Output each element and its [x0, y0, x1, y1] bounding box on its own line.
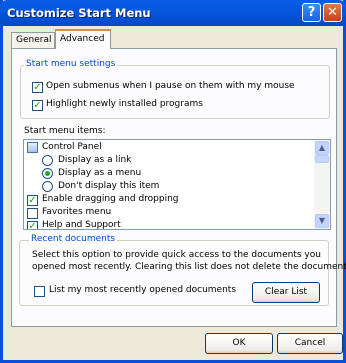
- enable-dragging-label[interactable]: Enable dragging and dropping: [42, 194, 179, 204]
- start-menu-items-heading: Start menu items:: [24, 126, 106, 136]
- dont-display-item-radio[interactable]: [42, 181, 53, 192]
- scroll-thumb[interactable]: [315, 155, 329, 163]
- recent-documents-description-line1: Select this option to provide quick acce…: [32, 250, 321, 260]
- chevron-up-icon: ▲: [318, 143, 326, 152]
- close-button[interactable]: ✕: [323, 3, 342, 22]
- list-recent-documents-label[interactable]: List my most recently opened documents: [49, 285, 236, 295]
- highlight-new-programs-checkbox[interactable]: ✓: [32, 100, 43, 111]
- tab-advanced-label: Advanced: [60, 34, 105, 44]
- highlight-new-programs-label[interactable]: Highlight newly installed programs: [46, 99, 203, 109]
- listbox-scrollbar[interactable]: ▲ ▼: [314, 140, 330, 229]
- list-item-control-panel: Control Panel: [42, 142, 102, 152]
- ok-button[interactable]: OK: [205, 333, 273, 354]
- help-icon: ?: [307, 5, 316, 20]
- start-menu-settings-heading: Start menu settings: [24, 59, 118, 69]
- tab-general[interactable]: General: [11, 32, 55, 48]
- display-as-link-radio[interactable]: [42, 155, 53, 166]
- tab-advanced[interactable]: Advanced: [55, 29, 111, 49]
- dont-display-item-label[interactable]: Don't display this item: [58, 181, 159, 191]
- recent-documents-description-line2: opened most recently. Clearing this list…: [32, 262, 346, 272]
- enable-dragging-checkbox[interactable]: ✓: [27, 195, 38, 206]
- customize-start-menu-dialog: Customize Start Menu ? ✕ General Advance…: [0, 0, 346, 363]
- scroll-up-button[interactable]: ▲: [315, 141, 329, 155]
- window-title: Customize Start Menu: [7, 6, 151, 20]
- display-as-menu-radio[interactable]: [42, 168, 53, 179]
- ok-label: OK: [232, 338, 246, 348]
- display-as-link-label[interactable]: Display as a link: [58, 155, 131, 165]
- display-as-menu-label[interactable]: Display as a menu: [58, 168, 141, 178]
- help-and-support-checkbox[interactable]: ✓: [27, 221, 38, 229]
- chevron-down-icon: ▼: [318, 216, 326, 225]
- favorites-menu-checkbox[interactable]: [27, 208, 38, 219]
- control-panel-icon: [27, 142, 38, 153]
- list-recent-documents-checkbox[interactable]: [34, 286, 45, 297]
- clear-list-button[interactable]: Clear List: [252, 282, 320, 303]
- radio-selected-dot: [45, 171, 50, 176]
- tab-general-label: General: [16, 35, 52, 45]
- scroll-down-button[interactable]: ▼: [315, 214, 329, 228]
- start-menu-settings-group: [20, 65, 330, 119]
- help-and-support-label[interactable]: Help and Support: [42, 220, 121, 229]
- close-icon: ✕: [327, 5, 338, 20]
- cancel-button[interactable]: Cancel: [277, 333, 343, 354]
- cancel-label: Cancel: [294, 338, 326, 348]
- favorites-menu-label[interactable]: Favorites menu: [42, 207, 111, 217]
- help-button[interactable]: ?: [302, 3, 321, 22]
- title-bar[interactable]: Customize Start Menu ? ✕: [0, 0, 346, 26]
- recent-documents-heading: Recent documents: [29, 234, 118, 244]
- open-submenus-checkbox[interactable]: ✓: [32, 82, 43, 93]
- clear-list-label: Clear List: [264, 287, 308, 297]
- open-submenus-label[interactable]: Open submenus when I pause on them with …: [46, 81, 295, 91]
- start-menu-items-listbox[interactable]: Control Panel Display as a link Display …: [23, 139, 331, 230]
